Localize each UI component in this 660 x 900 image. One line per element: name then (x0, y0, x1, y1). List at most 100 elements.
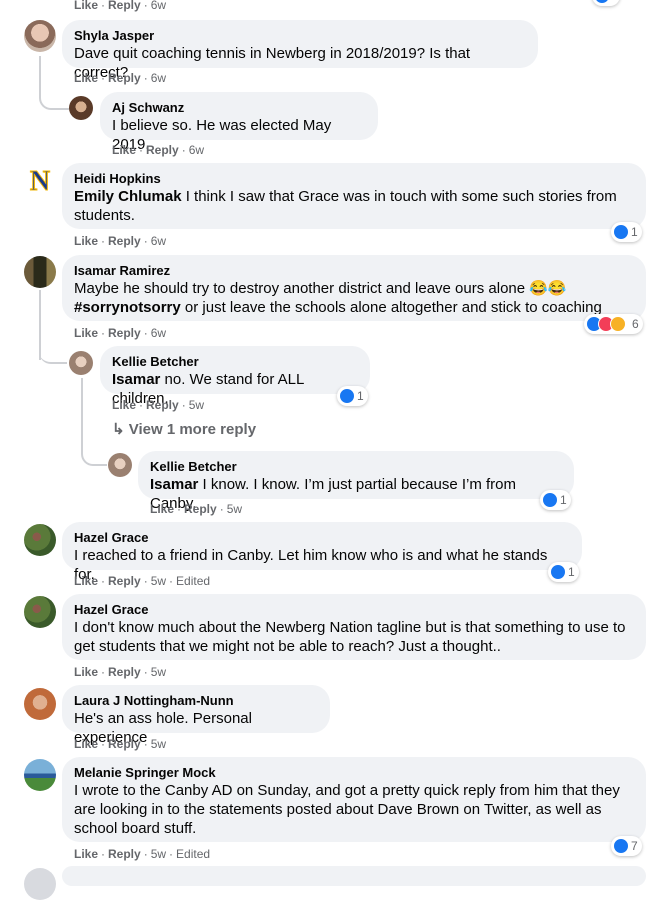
comment-bubble (62, 866, 646, 886)
reaction-count: 1 (560, 493, 567, 507)
timestamp: 6w (150, 71, 167, 85)
avatar[interactable]: N (24, 166, 56, 198)
reply-button[interactable]: Reply (146, 143, 179, 157)
reaction-count: 6 (632, 317, 639, 331)
timestamp: 6w (150, 326, 167, 340)
comment-bubble: Shyla Jasper Dave quit coaching tennis i… (62, 20, 538, 81)
reply-button[interactable]: Reply (108, 326, 141, 340)
avatar[interactable] (24, 688, 56, 720)
reply-button[interactable]: Reply (108, 737, 141, 751)
reply-button[interactable]: Reply (184, 502, 217, 516)
comment-actions: Like · Reply · 5w (74, 665, 167, 679)
reaction-badge[interactable]: 1 (548, 562, 579, 582)
commenter-name[interactable]: Isamar Ramirez (74, 263, 634, 279)
mention-link[interactable]: Isamar (112, 371, 160, 388)
like-button[interactable]: Like (74, 71, 98, 85)
reply-button[interactable]: Reply (146, 398, 179, 412)
like-button[interactable]: Like (74, 574, 98, 588)
comment-bubble: Isamar Ramirez Maybe he should try to de… (62, 255, 646, 321)
commenter-name[interactable]: Kellie Betcher (112, 354, 358, 370)
comment-bubble: Aj Schwanz I believe so. He was elected … (100, 92, 378, 153)
reply-button[interactable]: Reply (108, 574, 141, 588)
avatar[interactable] (24, 759, 56, 791)
comment-actions: Like · Reply · 6w (74, 0, 167, 12)
mention-link[interactable]: Emily Chlumak (74, 188, 182, 205)
like-button[interactable]: Like (74, 0, 98, 12)
reaction-badge[interactable]: 7 (611, 836, 642, 856)
commenter-name[interactable]: Hazel Grace (74, 602, 634, 618)
care-icon (610, 316, 626, 332)
reaction-count: 1 (631, 225, 638, 239)
avatar[interactable] (24, 596, 56, 628)
comment-actions: Like · Reply · 5w · Edited (74, 847, 211, 861)
timestamp: 5w (188, 398, 205, 412)
view-more-replies-button[interactable]: ↳ View 1 more reply (112, 420, 256, 438)
reply-button[interactable]: Reply (108, 0, 141, 12)
thread-line (39, 56, 69, 110)
edited-label[interactable]: Edited (176, 847, 210, 861)
like-icon (613, 838, 629, 854)
reply-button[interactable]: Reply (108, 234, 141, 248)
timestamp: 5w (150, 665, 167, 679)
avatar[interactable] (24, 20, 56, 52)
reply-arrow-icon: ↳ (112, 421, 129, 438)
reply-button[interactable]: Reply (108, 71, 141, 85)
comment-actions: Like · Reply · 6w (112, 143, 205, 157)
avatar[interactable] (108, 453, 132, 477)
like-button[interactable]: Like (74, 234, 98, 248)
comment-text: Emily Chlumak I think I saw that Grace w… (74, 188, 617, 224)
like-button[interactable]: Like (112, 143, 136, 157)
comment-bubble: Kellie Betcher Isamar I know. I know. I’… (138, 451, 574, 512)
avatar[interactable] (24, 256, 56, 288)
comment-bubble: Melanie Springer Mock I wrote to the Can… (62, 757, 646, 842)
comment-bubble: Heidi Hopkins Emily Chlumak I think I sa… (62, 163, 646, 229)
commenter-name[interactable]: Kellie Betcher (150, 459, 562, 475)
avatar[interactable] (24, 524, 56, 556)
reaction-count: 1 (357, 389, 364, 403)
comment-bubble: Hazel Grace I don't know much about the … (62, 594, 646, 660)
commenter-name[interactable]: Laura J Nottingham-Nunn (74, 693, 318, 709)
comment-actions: Like · Reply · 5w (150, 502, 243, 516)
avatar[interactable] (69, 96, 93, 120)
reaction-badge[interactable]: 6 (584, 314, 643, 334)
like-icon (594, 0, 610, 4)
commenter-name[interactable]: Aj Schwanz (112, 100, 366, 116)
timestamp: 6w (150, 234, 167, 248)
like-button[interactable]: Like (74, 326, 98, 340)
reaction-badge[interactable]: 1 (611, 222, 642, 242)
reply-button[interactable]: Reply (108, 847, 141, 861)
like-button[interactable]: Like (112, 398, 136, 412)
like-icon (550, 564, 566, 580)
like-button[interactable]: Like (74, 847, 98, 861)
newberg-logo-icon: N (29, 166, 51, 198)
like-button[interactable]: Like (74, 737, 98, 751)
comment-actions: Like · Reply · 5w (74, 737, 167, 751)
comment-actions: Like · Reply · 6w (74, 326, 167, 340)
commenter-name[interactable]: Melanie Springer Mock (74, 765, 634, 781)
avatar[interactable] (69, 351, 93, 375)
timestamp: 5w (150, 737, 167, 751)
like-icon (542, 492, 558, 508)
reply-button[interactable]: Reply (108, 665, 141, 679)
commenter-name[interactable]: Heidi Hopkins (74, 171, 634, 187)
reaction-badge[interactable]: 1 (540, 490, 571, 510)
avatar[interactable] (24, 868, 56, 900)
like-button[interactable]: Like (150, 502, 174, 516)
reaction-badge[interactable] (592, 0, 620, 6)
mention-link[interactable]: Isamar (150, 476, 198, 493)
like-button[interactable]: Like (74, 665, 98, 679)
comment-bubble: Kellie Betcher Isamar no. We stand for A… (100, 346, 370, 407)
thread-line (81, 378, 83, 438)
comment-bubble: Laura J Nottingham-Nunn He's an ass hole… (62, 685, 330, 746)
edited-label[interactable]: Edited (176, 574, 210, 588)
comment-text: Maybe he should try to destroy another d… (74, 280, 602, 316)
timestamp: 6w (150, 0, 167, 12)
reaction-badge[interactable]: 1 (337, 386, 368, 406)
hashtag-link[interactable]: #sorrynotsorry (74, 299, 181, 316)
thread-line (39, 330, 67, 364)
commenter-name[interactable]: Hazel Grace (74, 530, 570, 546)
comment-text: I wrote to the Canby AD on Sunday, and g… (74, 782, 620, 837)
commenter-name[interactable]: Shyla Jasper (74, 28, 526, 44)
reaction-count: 7 (631, 839, 638, 853)
thread-line (81, 430, 107, 466)
